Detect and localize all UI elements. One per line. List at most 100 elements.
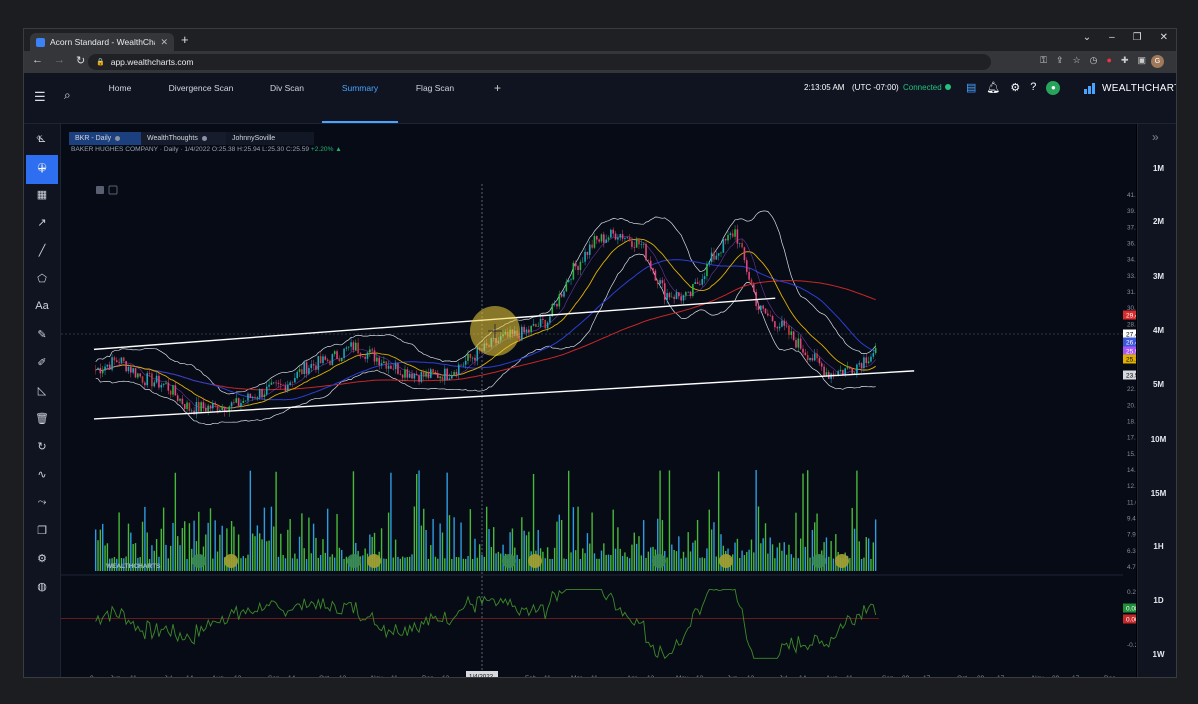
candle [563, 291, 565, 297]
candle [418, 375, 420, 382]
save-icon[interactable]: ▤ [966, 81, 976, 95]
pencil-icon[interactable]: ✎ [24, 328, 60, 341]
measure-icon[interactable]: ◺ [24, 384, 60, 397]
pattern-icon[interactable]: ⤳ [24, 496, 60, 509]
candle [631, 241, 633, 247]
search-icon[interactable]: ⌕ [64, 88, 71, 103]
chart-type-icon[interactable]: ⊾ [24, 132, 60, 145]
trash-icon[interactable]: 🗑︎ [24, 412, 60, 425]
range-button-1w[interactable]: 1W [1138, 650, 1176, 659]
tab-flag-scan[interactable]: Flag Scan [410, 73, 460, 123]
range-button-3m[interactable]: 3M [1138, 272, 1176, 281]
candle [722, 238, 725, 253]
tab-div-scan[interactable]: Div Scan [260, 73, 314, 123]
bell-icon[interactable]: 🔔︎ [986, 81, 1000, 95]
browser-tab[interactable]: Acorn Standard - WealthCharts ✕ [30, 33, 174, 51]
volume-bar [345, 556, 348, 571]
chart-area[interactable]: BKR - Daily WealthThoughts JohnnySoville… [61, 124, 1136, 678]
extension-red-icon[interactable]: ● [1107, 55, 1112, 66]
candle [767, 313, 769, 316]
timezone[interactable]: (UTC -07:00) [852, 83, 899, 92]
volume-bar [666, 557, 668, 571]
range-button-1d[interactable]: 1D [1138, 596, 1176, 605]
range-button-1m[interactable]: 1M [1138, 164, 1176, 173]
x-axis-label: Oct [957, 675, 967, 678]
reload-icon[interactable]: ↻ [76, 54, 85, 67]
range-button-1h[interactable]: 1H [1138, 542, 1176, 551]
forward-icon[interactable]: → [54, 54, 65, 67]
x-axis-label: 17 [923, 675, 931, 678]
tab-home[interactable]: Home [96, 73, 144, 123]
volume-bar [860, 558, 863, 571]
location-icon[interactable]: ● [1046, 81, 1061, 95]
x-axis-label: Jul [779, 675, 788, 678]
clock-icon[interactable]: ◷ [24, 160, 60, 173]
menu-icon[interactable]: ☰ [34, 89, 46, 105]
candle [769, 315, 772, 317]
price-label-value: 25.18 [1126, 356, 1136, 363]
volume-bar [167, 558, 170, 571]
candle [251, 396, 254, 398]
candle [385, 361, 388, 369]
price-axis-label: 33.18 [1127, 273, 1136, 280]
volume-bar [680, 558, 682, 571]
settings-icon[interactable]: ⚙ [24, 552, 60, 565]
volume-bar [404, 557, 406, 571]
candle [444, 368, 446, 381]
lock-icon: 🔒 [96, 59, 105, 66]
history-icon[interactable]: ◷ [1090, 55, 1098, 66]
indicator-icon[interactable]: ∿ [24, 468, 60, 481]
line-tool-icon[interactable]: ╱ [24, 244, 60, 257]
ruler-icon[interactable]: ✐ [24, 356, 60, 369]
volume-bar [294, 553, 296, 571]
volume-bar [315, 537, 317, 571]
puzzle-icon[interactable]: ✚ [1121, 55, 1129, 66]
close-tab-icon[interactable]: ✕ [160, 37, 168, 48]
range-button-4m[interactable]: 4M [1138, 326, 1176, 335]
trend-icon[interactable]: ↗ [24, 216, 60, 229]
x-axis-label: 09 [977, 675, 985, 678]
layers-icon[interactable]: ❐ [24, 524, 60, 537]
oscillator-axis-label: -0.20 [1127, 642, 1136, 649]
url-input[interactable]: 🔒 app.wealthcharts.com [88, 54, 991, 70]
range-button-2m[interactable]: 2M [1138, 217, 1176, 226]
price-chart[interactable]: 41.0839.5037.9236.3434.7633.1831.6030.02… [61, 124, 1136, 678]
profile-avatar[interactable]: G [1151, 55, 1164, 68]
range-button-15m[interactable]: 15M [1138, 489, 1176, 498]
refresh-icon[interactable]: ↻ [24, 440, 60, 453]
volume-bar [249, 470, 252, 571]
tab-summary[interactable]: Summary [322, 73, 398, 123]
candle [104, 366, 106, 371]
volume-bar [174, 472, 177, 571]
candle [528, 329, 530, 333]
candle [392, 368, 395, 370]
candle [558, 294, 561, 307]
gear-icon[interactable]: ⚙ [1010, 81, 1020, 95]
tab-divergence-scan[interactable]: Divergence Scan [164, 73, 238, 123]
volume-bar [263, 507, 266, 571]
globe-icon[interactable]: ◍ [24, 580, 60, 593]
close-window-icon[interactable]: ✕ [1160, 32, 1168, 43]
add-tab-icon[interactable]: + [494, 81, 501, 95]
back-icon[interactable]: ← [32, 54, 43, 67]
minimize-icon[interactable]: – [1109, 32, 1115, 43]
maximize-icon[interactable]: ❐ [1133, 32, 1142, 43]
sidebar-icon[interactable]: ▣ [1137, 55, 1146, 66]
volume-bar [483, 556, 486, 571]
volume-bar [825, 537, 828, 571]
range-button-5m[interactable]: 5M [1138, 380, 1176, 389]
new-tab-icon[interactable]: + [181, 32, 189, 47]
help-icon[interactable]: ? [1030, 81, 1036, 95]
key-icon[interactable]: ⚿ [1040, 55, 1047, 66]
candle [329, 360, 331, 365]
calendar-icon[interactable]: ▦ [24, 188, 60, 201]
share-icon[interactable]: ⇪ [1056, 55, 1064, 66]
volume-bar [324, 552, 327, 571]
candle [153, 382, 156, 387]
collapse-right-icon[interactable]: » [1152, 130, 1159, 144]
star-icon[interactable]: ☆ [1073, 55, 1081, 66]
tab-search-icon[interactable]: ⌄ [1083, 32, 1091, 43]
shapes-icon[interactable]: ⬠ [24, 272, 60, 285]
range-button-10m[interactable]: 10M [1138, 435, 1176, 444]
text-tool-icon[interactable]: Aa [24, 300, 60, 312]
